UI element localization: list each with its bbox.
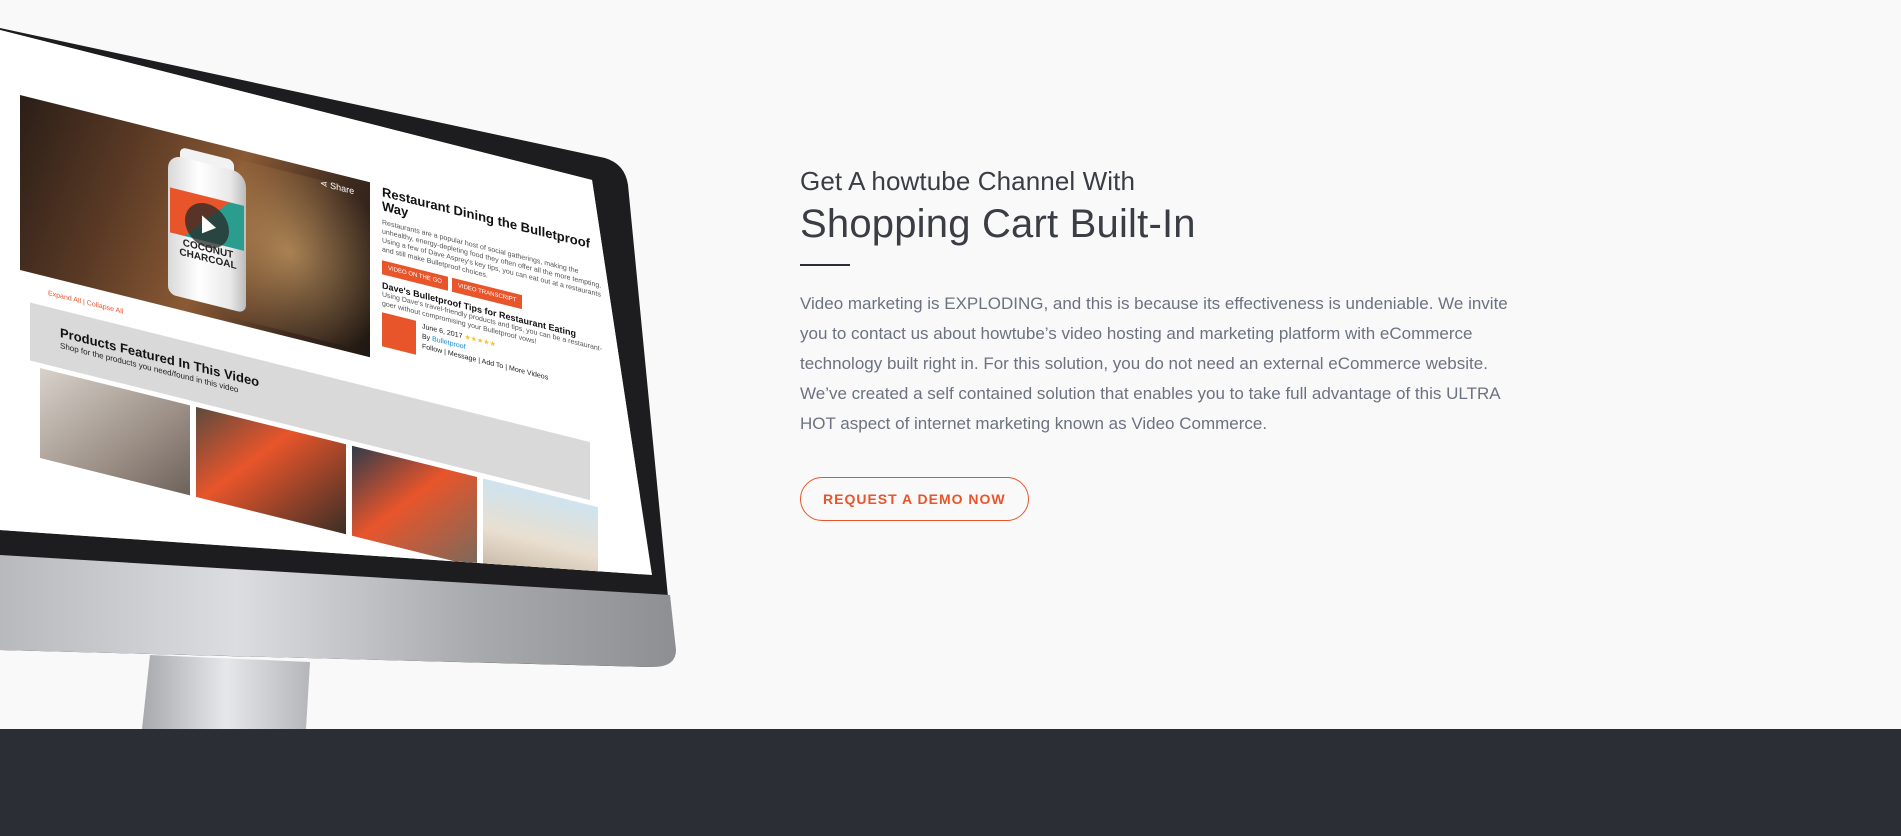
share-icon: ⋖ bbox=[320, 177, 328, 190]
request-demo-button[interactable]: REQUEST A DEMO NOW bbox=[800, 477, 1029, 521]
hero-body-text: Video marketing is EXPLODING, and this i… bbox=[800, 294, 1508, 433]
hero-content: Get A howtube Channel With Shopping Cart… bbox=[800, 165, 1530, 521]
footer-band bbox=[0, 729, 1901, 836]
by-prefix: By bbox=[422, 333, 431, 343]
monitor-mockup: COCONUT CHARCOAL ⋖ Share Restaurant Dini… bbox=[0, 0, 700, 729]
hero-eyebrow: Get A howtube Channel With bbox=[800, 166, 1136, 196]
hero-headline: Shopping Cart Built-In bbox=[800, 202, 1196, 246]
headline-divider bbox=[800, 264, 850, 266]
channel-avatar bbox=[382, 312, 416, 355]
hero-section: COCONUT CHARCOAL ⋖ Share Restaurant Dini… bbox=[0, 0, 1901, 729]
video-info-panel: Restaurant Dining the Bulletproof Way Re… bbox=[382, 184, 602, 415]
